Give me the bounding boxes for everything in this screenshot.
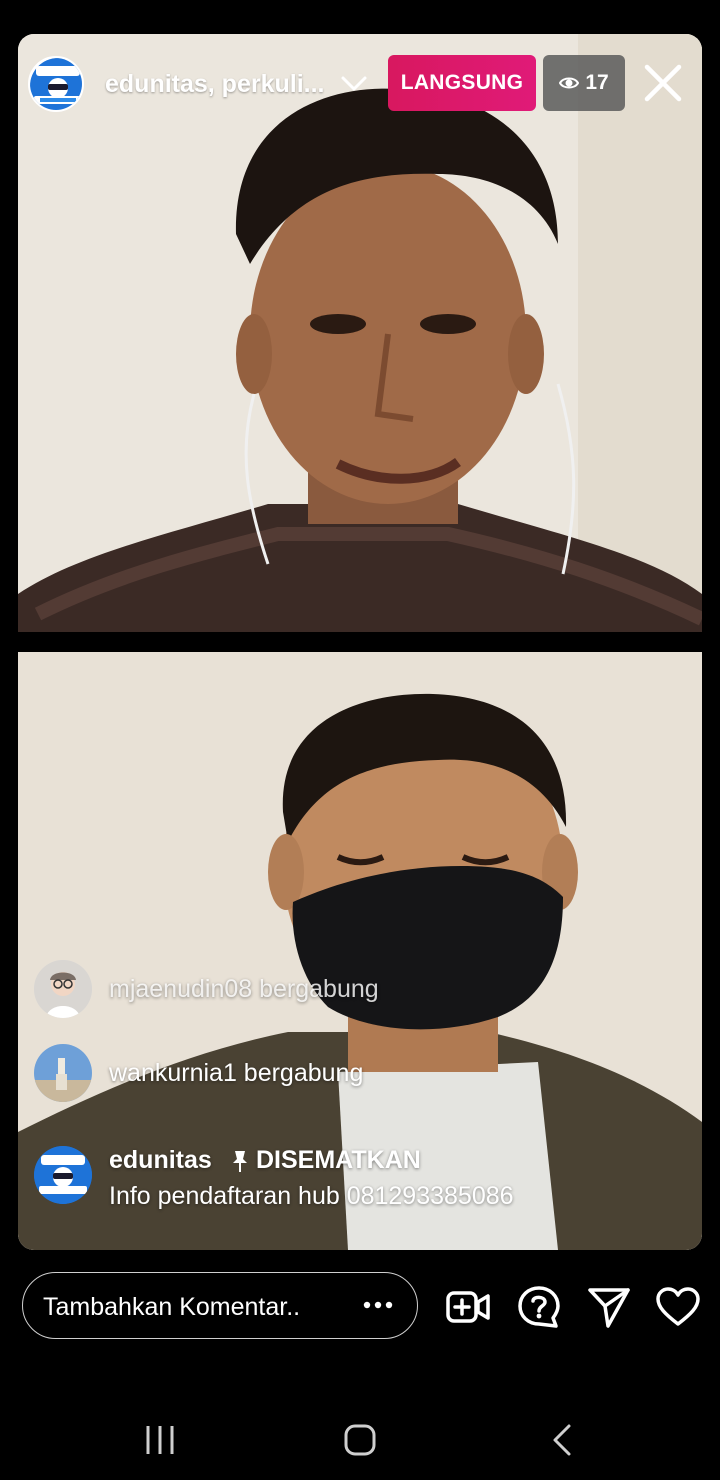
comment-item: mjaenudin08 bergabung (34, 960, 379, 1018)
comment-text: wankurnia1 bergabung (109, 1058, 364, 1087)
eye-icon (559, 77, 580, 89)
home-icon[interactable] (340, 1420, 380, 1460)
edunitas-logo-icon (30, 58, 82, 110)
back-icon[interactable] (543, 1420, 583, 1460)
pinned-tag-label: DISEMATKAN (256, 1146, 421, 1174)
live-header: edunitas, perkuli... LANGSUNG 17 (0, 0, 720, 130)
heart-icon[interactable] (655, 1284, 701, 1330)
question-icon[interactable] (516, 1284, 562, 1330)
user-avatar[interactable] (34, 960, 92, 1018)
system-nav-bar (0, 1400, 720, 1480)
pinned-tag: DISEMATKAN (230, 1146, 421, 1175)
recent-apps-icon[interactable] (140, 1420, 180, 1460)
close-icon[interactable] (640, 60, 686, 106)
add-video-icon[interactable] (445, 1284, 491, 1330)
edunitas-logo-icon (34, 1146, 92, 1204)
user-avatar[interactable] (34, 1146, 92, 1204)
user-avatar-image (34, 1044, 92, 1102)
host-avatar[interactable] (28, 56, 84, 112)
chevron-down-icon[interactable] (340, 72, 368, 96)
user-avatar[interactable] (34, 1044, 92, 1102)
user-avatar-image (34, 960, 92, 1018)
comment-item: wankurnia1 bergabung (34, 1044, 363, 1102)
send-icon[interactable] (586, 1284, 632, 1330)
pinned-username[interactable]: edunitas (109, 1146, 212, 1175)
comment-text: mjaenudin08 bergabung (109, 974, 379, 1003)
viewer-count-badge[interactable]: 17 (543, 55, 625, 111)
viewer-count: 17 (585, 71, 609, 94)
live-badge: LANGSUNG (388, 55, 536, 111)
host-name[interactable]: edunitas, perkuli... (105, 70, 325, 99)
pin-icon (233, 1150, 247, 1172)
pinned-comment[interactable]: edunitas DISEMATKAN Info pendaftaran hub… (34, 1146, 674, 1216)
pinned-message: Info pendaftaran hub 081293385086 (109, 1182, 514, 1210)
comment-input[interactable]: Tambahkan Komentar.. (22, 1272, 418, 1339)
comment-placeholder: Tambahkan Komentar.. (43, 1293, 301, 1321)
more-icon[interactable] (361, 1295, 395, 1315)
